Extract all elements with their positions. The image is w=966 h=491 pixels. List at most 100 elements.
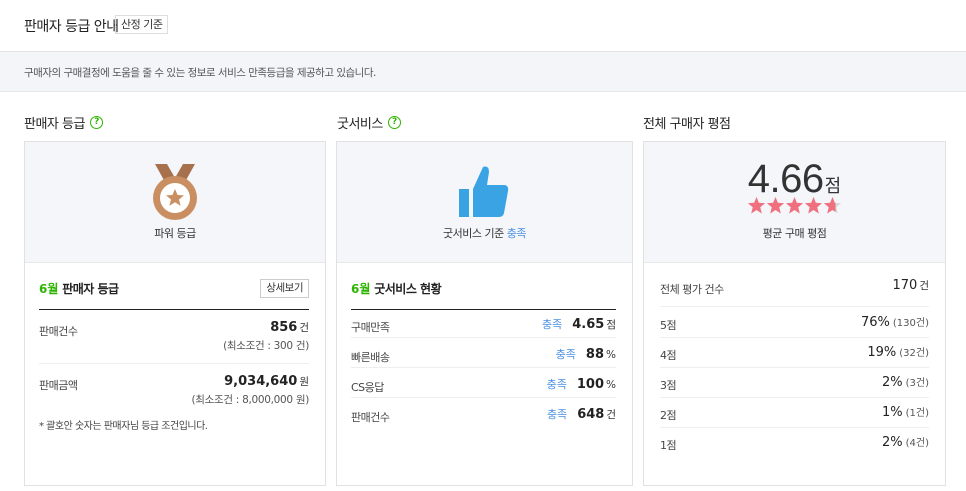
row-value: 충족 648 건 <box>547 406 616 422</box>
row-number: 88 <box>585 347 605 362</box>
star-icon <box>786 197 803 214</box>
seller-grade-name: 파워 등급 <box>154 227 196 240</box>
good-service-card: 굿서비스 기준 충족 6월 굿서비스 현황 구매만족 충족 4.65 점 빠른배송 … <box>336 141 633 486</box>
rating-summary: 4.66점 평균 구매 평점 <box>644 142 945 263</box>
rating-row-label: 4점 <box>660 349 677 362</box>
good-service-criteria: 굿서비스 기준 충족 <box>337 225 632 241</box>
row-divider <box>660 427 929 428</box>
rating-row-label: 2점 <box>660 409 677 422</box>
rating-row-value: 2% (3건) <box>882 374 929 390</box>
grade-heading-text: 판매자 등급 <box>62 282 119 296</box>
row-unit: 건 <box>606 409 616 421</box>
star-icon <box>767 197 784 214</box>
seller-grade-card: 파워 등급 6월 판매자 등급 상세보기 판매건수 856 건 (최소조건 : 3… <box>24 141 326 486</box>
rating-row-label: 5점 <box>660 319 677 332</box>
total-count-number: 170 <box>892 278 918 293</box>
divider <box>39 309 309 310</box>
total-count-value: 170 건 <box>893 278 930 293</box>
page-header: 판매자 등급 안내 산정 기준 <box>0 0 966 52</box>
rating-title-text: 전체 구매자 평점 <box>643 117 731 132</box>
sales-count-label: 판매건수 <box>39 325 78 338</box>
row-number: 100 <box>576 377 605 392</box>
good-service-heading-text: 굿서비스 현황 <box>374 282 442 296</box>
rating-row-percent: 76% <box>861 315 890 330</box>
seller-grade-section-title: 판매자 등급 ? <box>24 113 103 132</box>
row-label: 판매건수 <box>351 411 390 424</box>
rating-section-title: 전체 구매자 평점 <box>643 113 731 132</box>
page-title: 판매자 등급 안내 <box>24 19 119 35</box>
rating-row-count: (32건) <box>899 348 929 359</box>
month-label: 6월 <box>39 282 59 296</box>
row-unit: % <box>606 349 616 361</box>
sales-amount-min: (최소조건 : 8,000,000 원) <box>191 394 310 406</box>
row-divider <box>351 337 616 338</box>
row-divider <box>660 367 929 368</box>
divider <box>351 309 616 310</box>
rating-row-value: 1% (1건) <box>882 404 929 420</box>
row-label: 빠른배송 <box>351 351 390 364</box>
total-count-label: 전체 평가 건수 <box>660 283 724 296</box>
sales-amount-label: 판매금액 <box>39 379 78 392</box>
grade-condition-note: * 괄호안 숫자는 판매자님 등급 조건입니다. <box>39 421 208 432</box>
star-icon <box>748 197 765 214</box>
criteria-status: 충족 <box>506 227 527 240</box>
row-divider <box>39 363 309 364</box>
sales-amount-value: 9,034,640 원 <box>224 374 309 389</box>
sales-amount-unit: 원 <box>299 376 309 388</box>
month-label: 6월 <box>351 282 371 296</box>
sales-count-number: 856 <box>270 320 298 335</box>
criteria-badge-button[interactable]: 산정 기준 <box>115 15 169 34</box>
row-divider <box>351 367 616 368</box>
row-status: 충족 <box>546 378 567 391</box>
row-label: CS응답 <box>351 381 384 394</box>
thumbs-up-icon <box>459 166 509 217</box>
sales-count-min: (최소조건 : 300 건) <box>223 340 309 352</box>
seller-grade-heading: 6월 판매자 등급 <box>39 280 119 297</box>
row-divider <box>660 306 929 307</box>
good-service-title-text: 굿서비스 <box>337 117 383 132</box>
row-divider <box>660 397 929 398</box>
rating-row-label: 1점 <box>660 439 677 452</box>
rating-row-value: 19% (32건) <box>867 344 929 360</box>
notice-banner: 구매자의 구매결정에 도움을 줄 수 있는 정보로 서비스 만족등급을 제공하고… <box>0 52 966 92</box>
average-score-label: 평균 구매 평점 <box>762 227 827 240</box>
row-number: 4.65 <box>572 317 605 332</box>
sales-count-unit: 건 <box>299 322 309 334</box>
rating-row-count: (3건) <box>905 378 929 389</box>
criteria-prefix: 굿서비스 기준 <box>443 227 504 240</box>
row-status: 충족 <box>555 348 576 361</box>
row-unit: % <box>606 379 616 391</box>
help-icon[interactable]: ? <box>89 116 103 129</box>
detail-view-button[interactable]: 상세보기 <box>260 279 309 298</box>
rating-row-percent: 2% <box>882 375 903 390</box>
sales-count-value: 856 건 <box>270 320 309 335</box>
rating-row-count: (4건) <box>905 438 929 449</box>
rating-row-label: 3점 <box>660 379 677 392</box>
seller-grade-title-text: 판매자 등급 <box>24 117 85 132</box>
row-divider <box>351 397 616 398</box>
total-count-unit: 건 <box>919 280 929 292</box>
rating-row-percent: 2% <box>882 435 903 450</box>
help-icon[interactable]: ? <box>387 116 401 129</box>
notice-text: 구매자의 구매결정에 도움을 줄 수 있는 정보로 서비스 만족등급을 제공하고… <box>24 67 376 79</box>
rating-row-count: (130건) <box>892 318 929 329</box>
row-label: 구매만족 <box>351 321 390 334</box>
row-status: 충족 <box>546 408 568 421</box>
rating-row-value: 2% (4건) <box>882 434 929 450</box>
row-value: 충족 88% <box>556 346 616 362</box>
star-rating <box>747 196 842 215</box>
star-icon <box>805 197 822 214</box>
row-divider <box>660 337 929 338</box>
sales-amount-number: 9,034,640 <box>224 374 298 389</box>
good-service-section-title: 굿서비스 ? <box>337 113 401 132</box>
row-value: 충족 100% <box>547 376 616 392</box>
row-status: 충족 <box>542 318 563 331</box>
seller-grade-summary: 파워 등급 <box>25 142 325 263</box>
star-icon <box>824 197 841 214</box>
average-score-unit: 점 <box>824 176 842 197</box>
rating-row-percent: 1% <box>882 405 903 420</box>
average-score-number: 4.66 <box>747 157 824 201</box>
rating-row-count: (1건) <box>905 408 929 419</box>
rating-card: 4.66점 평균 구매 평점 전체 평가 건수 170 건 5점 76% (130건)… <box>643 141 946 486</box>
good-service-heading: 6월 굿서비스 현황 <box>351 280 442 297</box>
